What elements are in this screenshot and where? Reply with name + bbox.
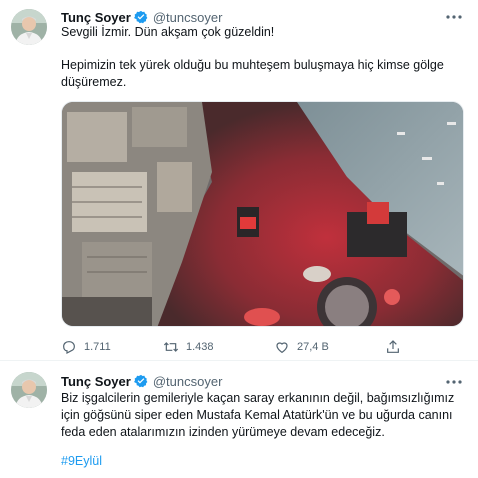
verified-badge-icon bbox=[133, 10, 148, 24]
like-button[interactable]: 27,4 B bbox=[274, 338, 329, 356]
tweet-divider bbox=[0, 360, 478, 361]
tweet-photo[interactable] bbox=[61, 101, 464, 327]
tweet-header: Tunç Soyer @tuncsoyer bbox=[61, 372, 222, 390]
tweet-1[interactable]: Tunç Soyer @tuncsoyer Sevgili İzmir. Dün… bbox=[0, 0, 478, 360]
author-name[interactable]: Tunç Soyer bbox=[61, 374, 131, 389]
tweet-text-paragraph: Biz işgalcilerin gemileriyle kaçan saray… bbox=[61, 391, 455, 439]
like-icon bbox=[276, 342, 288, 354]
author-name[interactable]: Tunç Soyer bbox=[61, 10, 131, 25]
retweet-icon bbox=[163, 342, 179, 352]
reply-icon bbox=[63, 341, 75, 354]
author-handle[interactable]: @tuncsoyer bbox=[153, 10, 223, 25]
retweet-button[interactable]: 1.438 bbox=[163, 338, 214, 356]
more-icon bbox=[446, 380, 462, 384]
tweet-2[interactable]: Tunç Soyer @tuncsoyer Biz işgalcilerin g… bbox=[0, 362, 478, 478]
reply-count: 1.711 bbox=[84, 341, 111, 353]
avatar[interactable] bbox=[11, 372, 47, 408]
retweet-count: 1.438 bbox=[186, 341, 214, 353]
share-icon bbox=[387, 340, 399, 353]
verified-badge-icon bbox=[133, 374, 148, 388]
aerial-crowd-photo bbox=[62, 102, 463, 326]
tweet-text-line: Sevgili İzmir. Dün akşam çok güzeldin! bbox=[61, 25, 275, 39]
more-button[interactable] bbox=[444, 9, 464, 25]
share-button[interactable] bbox=[385, 338, 401, 356]
like-count: 27,4 B bbox=[297, 341, 329, 353]
avatar-image bbox=[11, 372, 47, 408]
avatar-image bbox=[11, 9, 47, 45]
more-button[interactable] bbox=[444, 374, 464, 390]
more-icon bbox=[446, 15, 462, 19]
author-handle[interactable]: @tuncsoyer bbox=[153, 374, 223, 389]
tweet-actions: 1.711 1.438 27,4 B bbox=[61, 338, 401, 356]
reply-button[interactable]: 1.711 bbox=[61, 338, 111, 356]
avatar[interactable] bbox=[11, 9, 47, 45]
hashtag-link[interactable]: #9Eylül bbox=[61, 454, 102, 468]
tweet-text-paragraph: Hepimizin tek yürek olduğu bu muhteşem b… bbox=[61, 58, 444, 89]
